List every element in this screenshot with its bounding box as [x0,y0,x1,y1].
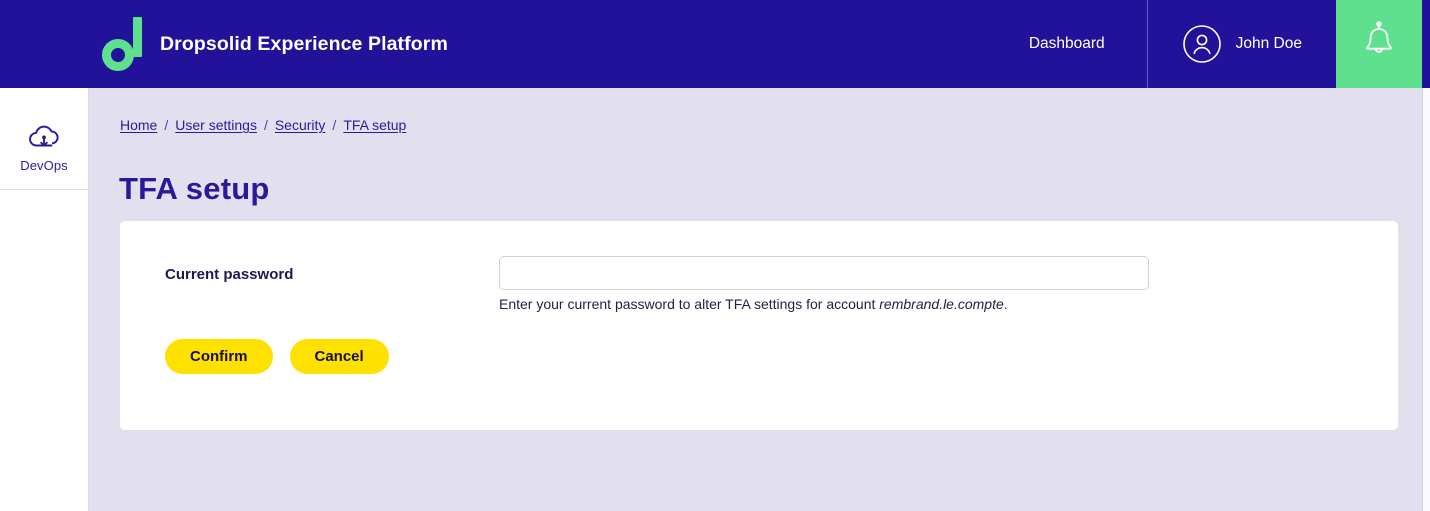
header-left-spacer [0,0,90,88]
user-avatar-icon [1182,24,1222,64]
tfa-setup-card: Current password Enter your current pass… [120,221,1398,430]
breadcrumb-separator: / [263,117,268,133]
breadcrumb-item-tfa-setup[interactable]: TFA setup [343,117,406,133]
app-header: Dropsolid Experience Platform Dashboard … [0,0,1430,88]
page-scrollbar[interactable] [1422,88,1430,511]
main-content: Home / User settings / Security / TFA se… [89,88,1422,511]
breadcrumb-item-home[interactable]: Home [120,117,157,133]
current-password-input[interactable] [499,256,1149,290]
cloud-download-icon [27,124,61,150]
breadcrumb-separator: / [332,117,337,133]
bell-icon [1359,20,1399,69]
help-text-prefix: Enter your current password to alter TFA… [499,296,880,312]
user-name-label: John Doe [1235,35,1302,52]
current-password-field-row: Current password Enter your current pass… [120,221,1398,430]
current-password-help-text: Enter your current password to alter TFA… [499,296,1008,312]
breadcrumb: Home / User settings / Security / TFA se… [120,117,406,133]
app-root: Dropsolid Experience Platform Dashboard … [0,0,1430,511]
breadcrumb-item-security[interactable]: Security [275,117,326,133]
brand[interactable]: Dropsolid Experience Platform [90,0,987,88]
sidebar-item-label: DevOps [20,158,68,173]
page-title: TFA setup [119,170,270,206]
header-right-spacer [1422,0,1430,88]
breadcrumb-separator: / [164,117,169,133]
form-actions: Confirm Cancel [165,339,389,374]
notifications-button[interactable] [1336,0,1422,88]
sidebar-item-devops[interactable]: DevOps [0,88,88,190]
current-password-label: Current password [165,266,294,283]
confirm-button[interactable]: Confirm [165,339,273,374]
user-menu[interactable]: John Doe [1148,0,1336,88]
sidebar: DevOps [0,88,89,511]
help-text-account: rembrand.le.compte [879,296,1004,312]
breadcrumb-item-user-settings[interactable]: User settings [175,117,257,133]
brand-title: Dropsolid Experience Platform [160,32,448,55]
cancel-button[interactable]: Cancel [289,339,389,374]
help-text-suffix: . [1003,296,1008,312]
dropsolid-d-logo-icon [102,17,144,71]
nav-link-dashboard[interactable]: Dashboard [987,0,1147,88]
